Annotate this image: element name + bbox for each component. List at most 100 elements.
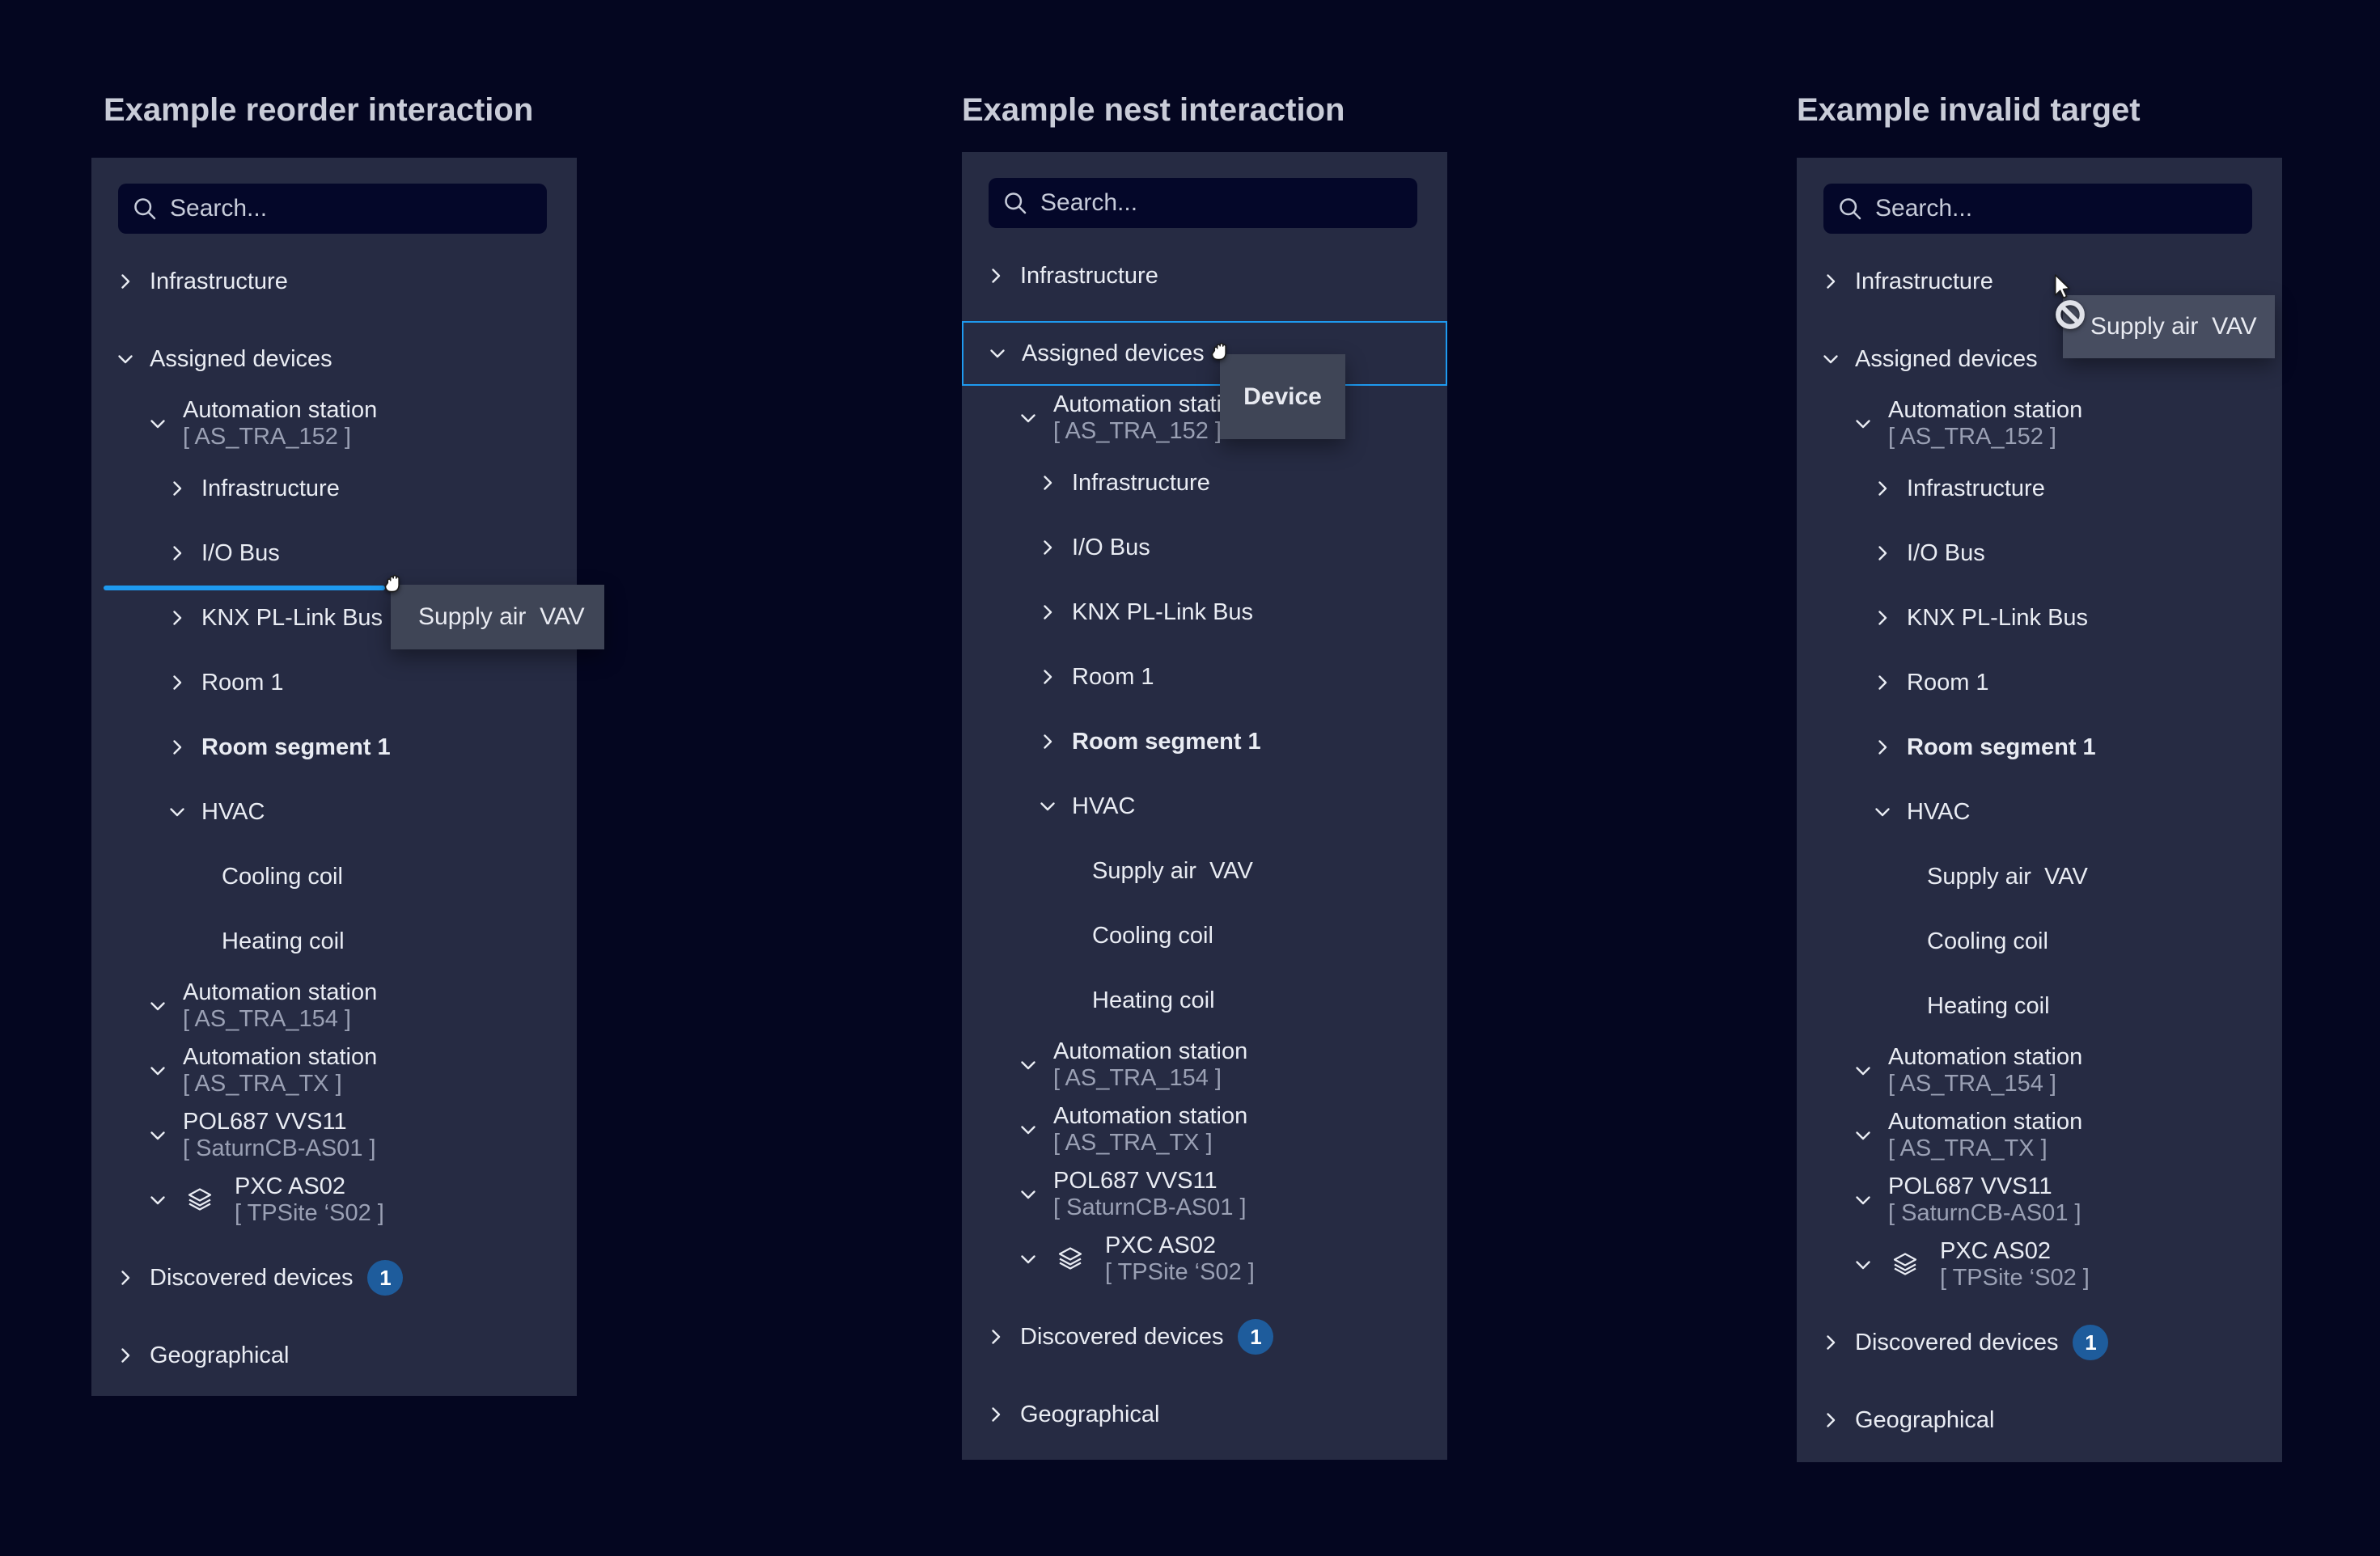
chevron-down-icon[interactable] bbox=[1873, 802, 1892, 822]
tree-item-heating-coil[interactable]: Heating coil bbox=[1797, 974, 2282, 1038]
tree-item-room-segment-1[interactable]: Room segment 1 bbox=[91, 715, 577, 780]
chevron-down-icon[interactable] bbox=[1018, 1120, 1038, 1140]
chevron-down-icon[interactable] bbox=[1821, 349, 1840, 369]
chevron-right-icon[interactable] bbox=[1821, 1410, 1840, 1430]
tree-item-infrastructure[interactable]: Infrastructure bbox=[962, 243, 1447, 308]
chevron-right-icon[interactable] bbox=[167, 608, 187, 628]
chevron-right-icon[interactable] bbox=[1038, 538, 1057, 557]
chevron-right-icon[interactable] bbox=[1038, 473, 1057, 493]
tree-item-i-o-bus[interactable]: I/O Bus bbox=[91, 521, 577, 586]
chevron-right-icon[interactable] bbox=[167, 673, 187, 692]
chevron-right-icon[interactable] bbox=[1821, 272, 1840, 291]
tree-item-infrastructure[interactable]: Infrastructure bbox=[1797, 249, 2282, 314]
tree-item-geographical[interactable]: Geographical bbox=[962, 1382, 1447, 1447]
tree-item-infrastructure[interactable]: Infrastructure bbox=[91, 456, 577, 521]
chevron-right-icon[interactable] bbox=[986, 1405, 1006, 1424]
tree-item-infrastructure[interactable]: Infrastructure bbox=[962, 450, 1447, 515]
tree-item-assigned-devices[interactable]: Assigned devices bbox=[962, 321, 1447, 386]
panel-title: Example invalid target bbox=[1797, 91, 2141, 129]
chevron-down-icon[interactable] bbox=[1018, 1055, 1038, 1075]
tree-item-hvac[interactable]: HVAC bbox=[91, 780, 577, 844]
tree-item-pol687-vvs11[interactable]: POL687 VVS11 [ SaturnCB-AS01 ] bbox=[962, 1162, 1447, 1227]
chevron-down-icon[interactable] bbox=[1018, 1249, 1038, 1269]
tree-item-discovered-devices[interactable]: Discovered devices 1 bbox=[962, 1304, 1447, 1369]
chevron-right-icon[interactable] bbox=[986, 1327, 1006, 1347]
tree-item-automation-station[interactable]: Automation station [ AS_TRA_152 ] bbox=[962, 386, 1447, 450]
tree-item-pxc-as02[interactable]: PXC AS02 [ TPSite ‘S02 ] bbox=[962, 1227, 1447, 1292]
chevron-right-icon[interactable] bbox=[116, 1346, 135, 1365]
chevron-right-icon[interactable] bbox=[1873, 479, 1892, 498]
chevron-down-icon[interactable] bbox=[1018, 1185, 1038, 1204]
chevron-right-icon[interactable] bbox=[986, 266, 1006, 285]
tree-item-automation-station[interactable]: Automation station [ AS_TRA_152 ] bbox=[1797, 391, 2282, 456]
tree-item-hvac[interactable]: HVAC bbox=[1797, 780, 2282, 844]
tree-item-i-o-bus[interactable]: I/O Bus bbox=[962, 515, 1447, 580]
chevron-down-icon[interactable] bbox=[148, 414, 167, 433]
tree-item-knx-pl-link-bus[interactable]: KNX PL-Link Bus bbox=[962, 580, 1447, 645]
chevron-right-icon[interactable] bbox=[167, 738, 187, 757]
chevron-right-icon[interactable] bbox=[116, 272, 135, 291]
chevron-down-icon[interactable] bbox=[148, 1126, 167, 1145]
chevron-down-icon[interactable] bbox=[1853, 1126, 1873, 1145]
chevron-down-icon[interactable] bbox=[1018, 408, 1038, 428]
tree-item-automation-station[interactable]: Automation station [ AS_TRA_152 ] bbox=[91, 391, 577, 456]
tree-item-discovered-devices[interactable]: Discovered devices 1 bbox=[91, 1245, 577, 1310]
tree-item-room-1[interactable]: Room 1 bbox=[962, 645, 1447, 709]
tree-item-assigned-devices[interactable]: Assigned devices bbox=[1797, 327, 2282, 391]
chevron-right-icon[interactable] bbox=[1873, 673, 1892, 692]
tree-item-automation-station[interactable]: Automation station [ AS_TRA_154 ] bbox=[91, 974, 577, 1038]
tree-item-hvac[interactable]: HVAC bbox=[962, 774, 1447, 839]
chevron-right-icon[interactable] bbox=[167, 543, 187, 563]
tree-item-geographical[interactable]: Geographical bbox=[91, 1323, 577, 1388]
tree-item-i-o-bus[interactable]: I/O Bus bbox=[1797, 521, 2282, 586]
chevron-down-icon[interactable] bbox=[1853, 1255, 1873, 1275]
tree-item-automation-station[interactable]: Automation station [ AS_TRA_TX ] bbox=[91, 1038, 577, 1103]
tree-item-knx-pl-link-bus[interactable]: KNX PL-Link Bus bbox=[91, 586, 577, 650]
tree-item-automation-station[interactable]: Automation station [ AS_TRA_154 ] bbox=[1797, 1038, 2282, 1103]
chevron-down-icon[interactable] bbox=[148, 1061, 167, 1080]
tree-item-pxc-as02[interactable]: PXC AS02 [ TPSite ‘S02 ] bbox=[91, 1168, 577, 1233]
chevron-down-icon[interactable] bbox=[167, 802, 187, 822]
chevron-right-icon[interactable] bbox=[1038, 732, 1057, 751]
chevron-right-icon[interactable] bbox=[1873, 608, 1892, 628]
tree-item-geographical[interactable]: Geographical bbox=[1797, 1388, 2282, 1452]
tree-item-room-segment-1[interactable]: Room segment 1 bbox=[962, 709, 1447, 774]
chevron-right-icon[interactable] bbox=[1038, 667, 1057, 687]
chevron-right-icon[interactable] bbox=[1821, 1333, 1840, 1352]
tree-item-label: POL687 VVS11 bbox=[1053, 1168, 1247, 1194]
tree-item-cooling-coil[interactable]: Cooling coil bbox=[91, 844, 577, 909]
tree-item-assigned-devices[interactable]: Assigned devices bbox=[91, 327, 577, 391]
tree-item-pxc-as02[interactable]: PXC AS02 [ TPSite ‘S02 ] bbox=[1797, 1233, 2282, 1297]
chevron-down-icon[interactable] bbox=[116, 349, 135, 369]
tree-item-room-1[interactable]: Room 1 bbox=[91, 650, 577, 715]
chevron-down-icon[interactable] bbox=[1853, 414, 1873, 433]
chevron-down-icon[interactable] bbox=[148, 996, 167, 1016]
tree-item-automation-station[interactable]: Automation station [ AS_TRA_TX ] bbox=[1797, 1103, 2282, 1168]
chevron-down-icon[interactable] bbox=[1853, 1061, 1873, 1080]
tree-item-supply-air-vav[interactable]: Supply air VAV bbox=[1797, 844, 2282, 909]
tree-item-cooling-coil[interactable]: Cooling coil bbox=[1797, 909, 2282, 974]
tree-item-heating-coil[interactable]: Heating coil bbox=[91, 909, 577, 974]
chevron-right-icon[interactable] bbox=[1873, 738, 1892, 757]
chevron-right-icon[interactable] bbox=[1038, 603, 1057, 622]
chevron-down-icon[interactable] bbox=[1853, 1190, 1873, 1210]
tree-item-heating-coil[interactable]: Heating coil bbox=[962, 968, 1447, 1033]
tree-item-pol687-vvs11[interactable]: POL687 VVS11 [ SaturnCB-AS01 ] bbox=[91, 1103, 577, 1168]
tree-item-room-1[interactable]: Room 1 bbox=[1797, 650, 2282, 715]
tree-item-pol687-vvs11[interactable]: POL687 VVS11 [ SaturnCB-AS01 ] bbox=[1797, 1168, 2282, 1233]
tree-item-room-segment-1[interactable]: Room segment 1 bbox=[1797, 715, 2282, 780]
tree-item-automation-station[interactable]: Automation station [ AS_TRA_154 ] bbox=[962, 1033, 1447, 1097]
chevron-right-icon[interactable] bbox=[167, 479, 187, 498]
chevron-down-icon[interactable] bbox=[148, 1190, 167, 1210]
tree-item-supply-air-vav[interactable]: Supply air VAV bbox=[962, 839, 1447, 903]
chevron-down-icon[interactable] bbox=[1038, 797, 1057, 816]
chevron-down-icon[interactable] bbox=[988, 344, 1007, 363]
tree-item-knx-pl-link-bus[interactable]: KNX PL-Link Bus bbox=[1797, 586, 2282, 650]
tree-item-infrastructure[interactable]: Infrastructure bbox=[1797, 456, 2282, 521]
tree-item-infrastructure[interactable]: Infrastructure bbox=[91, 249, 577, 314]
chevron-right-icon[interactable] bbox=[1873, 543, 1892, 563]
tree-item-automation-station[interactable]: Automation station [ AS_TRA_TX ] bbox=[962, 1097, 1447, 1162]
tree-item-discovered-devices[interactable]: Discovered devices 1 bbox=[1797, 1310, 2282, 1375]
chevron-right-icon[interactable] bbox=[116, 1268, 135, 1288]
tree-item-cooling-coil[interactable]: Cooling coil bbox=[962, 903, 1447, 968]
